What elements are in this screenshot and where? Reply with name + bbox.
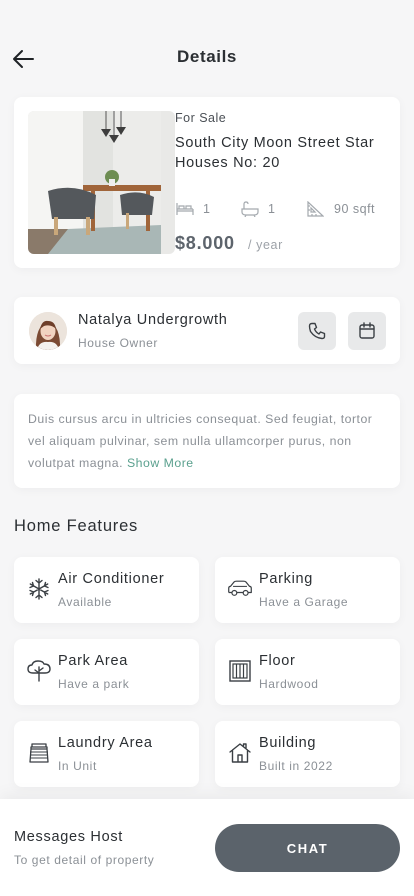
- spec-bedrooms-value: 1: [203, 202, 211, 216]
- tree-icon: [26, 658, 52, 684]
- laundry-icon: [26, 740, 52, 766]
- call-button[interactable]: [298, 312, 336, 350]
- feature-air-conditioner[interactable]: Air Conditioner Available: [14, 557, 199, 623]
- feature-laundry-area[interactable]: Laundry Area In Unit: [14, 721, 199, 787]
- spec-bathrooms: 1: [240, 199, 275, 219]
- snowflake-icon: [26, 576, 52, 602]
- spec-bathrooms-value: 1: [268, 202, 276, 216]
- header: Details: [0, 0, 414, 100]
- feature-name: Laundry Area: [58, 735, 153, 751]
- price-unit: / year: [248, 238, 283, 252]
- property-price: $8.000: [175, 233, 235, 253]
- spec-area: 90 sqft: [306, 199, 375, 219]
- calendar-icon: [359, 322, 375, 339]
- messages-host-title: Messages Host: [14, 829, 124, 845]
- feature-name: Building: [259, 735, 317, 751]
- feature-name: Air Conditioner: [58, 571, 165, 587]
- description: Duis cursus arcu in ultricies consequat.…: [28, 408, 386, 474]
- floor-icon: [227, 658, 253, 684]
- feature-park-area[interactable]: Park Area Have a park: [14, 639, 199, 705]
- feature-parking[interactable]: Parking Have a Garage: [215, 557, 400, 623]
- feature-detail: Built in 2022: [259, 759, 333, 773]
- messages-host-subtitle: To get detail of property: [14, 853, 155, 867]
- feature-floor[interactable]: Floor Hardwood: [215, 639, 400, 705]
- owner-role: House Owner: [78, 336, 158, 350]
- chat-button[interactable]: CHAT: [215, 824, 400, 872]
- house-icon: [227, 740, 253, 766]
- property-name: South City Moon Street Star Houses No: 2…: [175, 135, 375, 171]
- feature-detail: Available: [58, 595, 112, 609]
- property-status: For Sale: [175, 111, 227, 125]
- description-text: Duis cursus arcu in ultricies consequat.…: [28, 412, 373, 470]
- feature-detail: Hardwood: [259, 677, 319, 691]
- feature-detail: In Unit: [58, 759, 97, 773]
- feature-name: Floor: [259, 653, 296, 669]
- bathtub-icon: [240, 200, 262, 218]
- feature-building[interactable]: Building Built in 2022: [215, 721, 400, 787]
- schedule-button[interactable]: [348, 312, 386, 350]
- spec-bedrooms: 1: [175, 199, 210, 219]
- owner-name: Natalya Undergrowth: [78, 312, 228, 328]
- area-ruler-icon: [306, 200, 328, 218]
- car-icon: [227, 576, 253, 602]
- phone-icon: [308, 322, 326, 340]
- owner-card: [14, 297, 400, 364]
- feature-name: Parking: [259, 571, 314, 587]
- show-more-link[interactable]: Show More: [127, 456, 194, 470]
- avatar: [29, 312, 67, 350]
- feature-detail: Have a park: [58, 677, 130, 691]
- page-title: Details: [177, 47, 237, 66]
- spec-area-value: 90 sqft: [334, 202, 376, 216]
- property-image: [28, 111, 175, 254]
- feature-detail: Have a Garage: [259, 595, 349, 609]
- section-title-home-features: Home Features: [14, 517, 139, 535]
- feature-name: Park Area: [58, 653, 128, 669]
- bed-icon: [175, 200, 197, 218]
